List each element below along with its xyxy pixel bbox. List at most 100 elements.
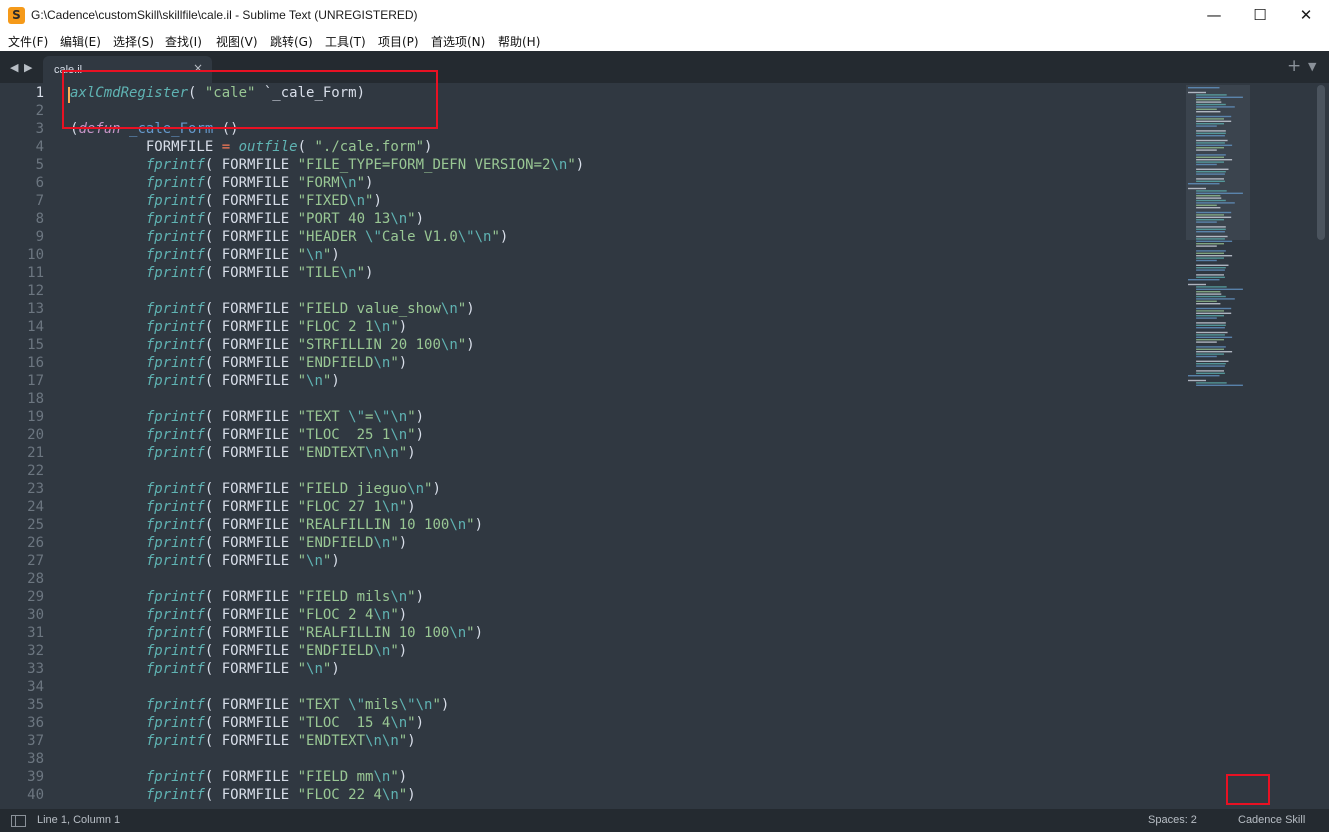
minimap-line [1196, 372, 1225, 374]
minimap-line [1196, 274, 1224, 276]
line-number: 36 [27, 715, 44, 731]
indentation-setting[interactable]: Spaces: 2 [1148, 814, 1197, 826]
minimap-line [1196, 211, 1232, 214]
highlight-box-cmd-register [62, 70, 438, 129]
line-number: 26 [27, 535, 44, 551]
menu-file[interactable]: 文件(F) [8, 33, 48, 50]
code-line: fprintf( FORMFILE "TEXT \"=\"\n") [145, 409, 425, 425]
minimap-line [1196, 163, 1217, 166]
minimap-line [1196, 139, 1228, 142]
minimap-line [1196, 291, 1221, 293]
line-number: 13 [27, 301, 44, 317]
code-line: fprintf( FORMFILE "FIELD mm\n") [145, 769, 408, 785]
minimap-line [1196, 178, 1224, 180]
minimap[interactable] [1184, 85, 1312, 810]
line-number: 18 [27, 391, 44, 407]
line-number: 19 [27, 409, 44, 425]
minimap-line [1196, 348, 1224, 350]
menu-goto[interactable]: 跳转(G) [270, 33, 313, 50]
minimap-line [1196, 269, 1225, 271]
minimap-line [1196, 111, 1221, 113]
code-line: fprintf( FORMFILE "ENDTEXT\n\n") [145, 445, 416, 461]
minimap-line [1196, 156, 1224, 158]
minimap-line [1196, 106, 1235, 108]
minimap-line [1188, 91, 1206, 94]
line-number: 29 [27, 589, 44, 605]
maximize-button[interactable]: ☐ [1237, 0, 1283, 31]
line-number: 23 [27, 481, 44, 497]
line-number: 9 [35, 229, 44, 245]
minimap-line [1196, 154, 1226, 156]
syntax-selector[interactable]: Cadence Skill [1238, 814, 1305, 826]
minimap-line [1196, 94, 1227, 96]
minimap-line [1196, 173, 1225, 175]
tab-nav-left-icon[interactable]: ◀ [10, 61, 18, 74]
code-line: fprintf( FORMFILE "REALFILLIN 10 100\n") [145, 625, 484, 641]
menu-edit[interactable]: 编辑(E) [60, 33, 101, 50]
menu-help[interactable]: 帮助(H) [498, 33, 540, 50]
menu-project[interactable]: 项目(P) [378, 33, 419, 50]
minimap-line [1196, 161, 1224, 163]
panel-toggle-icon[interactable] [11, 815, 26, 827]
code-editor[interactable]: axlCmdRegister( "cale" `_cale_Form) (defu… [70, 85, 584, 805]
menu-tools[interactable]: 工具(T) [325, 33, 366, 50]
menu-view[interactable]: 视图(V) [216, 33, 258, 50]
minimap-line [1196, 355, 1217, 358]
line-number: 2 [35, 103, 44, 119]
minimap-line [1196, 384, 1243, 386]
minimap-line [1196, 288, 1243, 290]
sublime-app-icon: S [8, 7, 25, 24]
minimap-line [1196, 286, 1227, 288]
code-line: fprintf( FORMFILE "REALFILLIN 10 100\n") [145, 517, 484, 533]
new-tab-plus-icon[interactable]: + [1287, 56, 1301, 76]
line-number: 21 [27, 445, 44, 461]
menu-preferences[interactable]: 首选项(N) [431, 33, 485, 50]
cursor-position[interactable]: Line 1, Column 1 [37, 814, 120, 826]
minimap-line [1196, 307, 1232, 310]
minimap-line [1196, 125, 1217, 127]
line-number: 3 [35, 121, 44, 137]
menu-selection[interactable]: 选择(S) [113, 33, 154, 50]
line-number: 8 [35, 211, 44, 227]
minimap-line [1196, 135, 1225, 137]
code-line: fprintf( FORMFILE "FORM\n") [145, 175, 374, 191]
line-number: 11 [27, 265, 44, 281]
line-number: 1 [35, 85, 44, 101]
tab-menu-chevron-icon[interactable]: ▼ [1308, 60, 1316, 73]
code-line: fprintf( FORMFILE "ENDFIELD\n") [145, 355, 408, 371]
code-line: fprintf( FORMFILE "ENDFIELD\n") [145, 643, 408, 659]
minimap-line [1196, 149, 1217, 151]
vertical-scrollbar[interactable] [1317, 85, 1325, 240]
line-number: 24 [27, 499, 44, 515]
minimap-line [1196, 370, 1224, 372]
minimap-line [1188, 375, 1220, 377]
code-line: fprintf( FORMFILE "TLOC 25 1\n") [145, 427, 425, 443]
close-window-button[interactable]: ✕ [1283, 0, 1329, 31]
minimap-line [1196, 324, 1226, 326]
minimap-line [1196, 147, 1224, 149]
line-number: 16 [27, 355, 44, 371]
minimap-line [1196, 130, 1226, 132]
code-line: fprintf( FORMFILE "FIELD value_show\n") [145, 301, 475, 317]
minimap-line [1196, 123, 1224, 125]
minimap-line [1196, 250, 1226, 252]
minimap-line [1196, 298, 1235, 300]
minimap-line [1196, 295, 1226, 298]
tab-nav-right-icon[interactable]: ▶ [24, 61, 32, 74]
minimap-line [1196, 255, 1233, 257]
minimap-line [1196, 115, 1232, 118]
minimap-line [1196, 171, 1226, 173]
menu-find[interactable]: 查找(I) [165, 33, 202, 50]
code-line: fprintf( FORMFILE "ENDFIELD\n") [145, 535, 408, 551]
minimize-button[interactable]: — [1191, 0, 1237, 31]
code-line: fprintf( FORMFILE "FIELD jieguo\n") [145, 481, 441, 497]
minimap-line [1188, 187, 1206, 190]
menu-bar: 文件(F) 编辑(E) 选择(S) 查找(I) 视图(V) 跳转(G) 工具(T… [0, 31, 1329, 51]
minimap-line [1196, 214, 1224, 216]
minimap-line [1188, 379, 1206, 382]
line-number: 25 [27, 517, 44, 533]
